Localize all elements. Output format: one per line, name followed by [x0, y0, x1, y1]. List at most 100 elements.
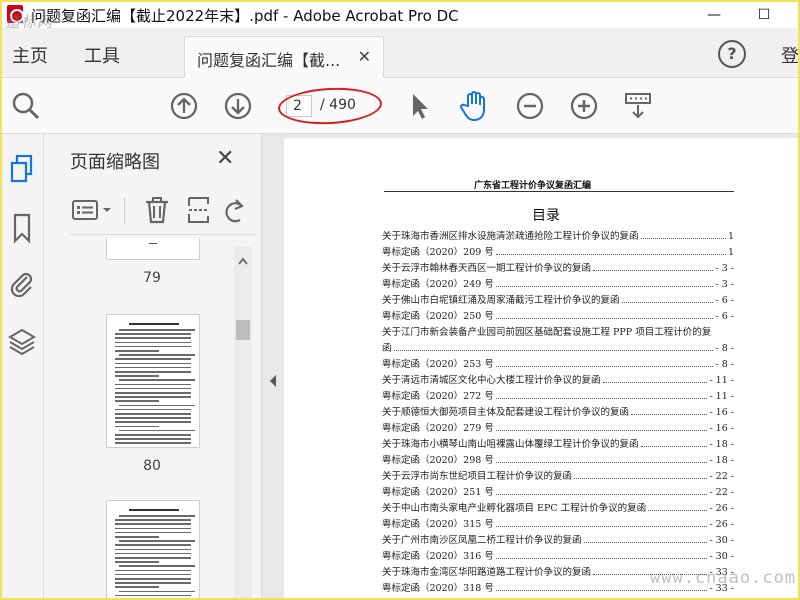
toc-entry[interactable]: 关于顺德恒大御苑项目主体及配套建设工程计价争议的复函 - 16 -: [382, 402, 734, 418]
thumbnail-text-line: [115, 523, 191, 525]
toc-entry-text: 关于顺德恒大御苑项目主体及配套建设工程计价争议的复函: [382, 407, 630, 418]
toc-entry-text: 关于云浮市尚东世纪项目工程计价争议的复函: [382, 471, 573, 482]
toc-leader-dots: [495, 462, 708, 463]
extract-page-icon[interactable]: [186, 196, 212, 228]
thumbnail-options-icon[interactable]: [72, 200, 114, 224]
toc-entry[interactable]: 关于广州市南沙区凤凰二桥工程计价争议的复函 - 30 -: [382, 530, 734, 546]
thumbnails-panel: 页面缩略图 ✕ 79 80: [44, 134, 262, 600]
pdf-page: 广东省工程计价争议复函汇编 目录 关于珠海市香洲区排水设施清淤疏通抢险工程计价争…: [284, 138, 800, 600]
maximize-button[interactable]: ☐: [741, 1, 787, 29]
toc-entry-page: - 30 -: [709, 551, 734, 562]
zoom-out-icon[interactable]: [514, 90, 546, 122]
page-thumbnail-80[interactable]: [106, 314, 200, 448]
toc-entry-text: 粤标定函（2020）249 号: [382, 279, 494, 290]
toc-entry[interactable]: 粤标定函（2020）315 号 - 26 -: [382, 514, 734, 530]
toc-entry[interactable]: 粤标定函（2020）250 号 - 6 -: [382, 306, 734, 322]
toc-entry[interactable]: 关于中山市南头家电产业孵化器项目 EPC 工程计价争议的复函 - 26 -: [382, 498, 734, 514]
toc-entry[interactable]: 粤标定函（2020）279 号 - 16 -: [382, 418, 734, 434]
toc-entry[interactable]: 关于佛山市白坭镇红涌及周家涌截污工程计价争议的复函 - 6 -: [382, 290, 734, 306]
scrollbar-thumb[interactable]: [236, 320, 250, 340]
page-thumbnail-81[interactable]: [106, 500, 200, 600]
window-title: 问题复函汇编【截止2022年末】.pdf - Adobe Acrobat Pro…: [31, 7, 459, 25]
toc-entry-text: 粤标定函（2020）272 号: [382, 391, 494, 402]
toc-entry[interactable]: 粤标定函（2020）253 号 - 8 -: [382, 354, 734, 370]
close-panel-icon[interactable]: ✕: [216, 146, 234, 171]
thumbnail-label: 79: [143, 270, 161, 286]
toc-entry-text: 粤标定函（2020）253 号: [382, 359, 494, 370]
toc-entry-text: 关于中山市南头家电产业孵化器项目 EPC 工程计价争议的复函: [382, 503, 647, 514]
attachment-icon[interactable]: [8, 268, 36, 300]
rotate-page-icon[interactable]: [224, 198, 248, 228]
close-tab-icon[interactable]: ✕: [358, 47, 371, 66]
toc-leader-dots: [495, 558, 708, 559]
help-icon[interactable]: ?: [718, 40, 746, 68]
toc-entry[interactable]: 粤标定函（2020）251 号 - 22 -: [382, 482, 734, 498]
toc-entry-page: - 8 -: [715, 343, 734, 354]
thumbnail-text-line: [115, 421, 191, 423]
toc-entry-text: 粤标定函（2020）316 号: [382, 551, 494, 562]
document-header: 广东省工程计价争议复函汇编: [474, 181, 592, 191]
toc-entry[interactable]: 关于清远市清城区文化中心大楼工程计价争议的复函 - 11 -: [382, 370, 734, 386]
bookmark-icon[interactable]: [8, 212, 36, 244]
thumbnail-scrollbar[interactable]: [234, 246, 252, 600]
toc-entry-page: - 16 -: [709, 423, 734, 434]
thumbnail-text-line: [119, 590, 195, 593]
thumbnail-text-line: [115, 392, 191, 394]
thumbnail-text-line: [115, 536, 159, 538]
toc-entry-text: 粤标定函（2020）315 号: [382, 519, 494, 530]
toc-entry[interactable]: 粤标定函（2020）209 号 1: [382, 242, 734, 258]
search-icon[interactable]: [10, 90, 42, 122]
toc-entry[interactable]: 粤标定函（2020）272 号 - 11 -: [382, 386, 734, 402]
tools-tab[interactable]: 工具: [84, 42, 120, 68]
document-tab[interactable]: 问题复函汇编【截... ✕: [184, 36, 384, 78]
toc-entry[interactable]: 粤标定函（2020）249 号 - 3 -: [382, 274, 734, 290]
toc-entry[interactable]: 函 - 8 -: [382, 338, 734, 354]
thumbnail-text-line: [119, 404, 195, 407]
thumbnail-text-line: [115, 557, 191, 559]
collapse-arrow-icon[interactable]: [268, 374, 278, 388]
toc-entry[interactable]: 关于珠海市香洲区排水设施清淤疏通抢险工程计价争议的复函 1: [382, 226, 734, 242]
toc-entry-page: - 8 -: [715, 359, 734, 370]
thumbnail-text-line: [119, 329, 195, 331]
login-button[interactable]: 登: [781, 42, 799, 68]
toc-entry-text: 关于暨并学院教学（实验）用房基建项目和西区教学实验综合楼工程计价争议: [382, 596, 705, 600]
panel-toolbar: [44, 190, 262, 232]
layers-icon[interactable]: [8, 326, 36, 358]
toc-entry-text: 粤标定函（2020）251 号: [382, 487, 494, 498]
hand-tool-icon[interactable]: [458, 90, 490, 122]
toc-leader-dots: [593, 270, 714, 271]
thumbnail-text-line: [119, 354, 195, 356]
toc-leader-dots: [574, 478, 708, 479]
toc-entry[interactable]: 关于暨并学院教学（实验）用房基建项目和西区教学实验综合楼工程计价争议: [382, 594, 734, 600]
thumbnail-text-line: [115, 527, 191, 530]
toc-entry[interactable]: 粤标定函（2020）316 号 - 30 -: [382, 546, 734, 562]
toc-entry[interactable]: 关于云浮市尚东世纪项目工程计价争议的复函 - 22 -: [382, 466, 734, 482]
toc-entry-text: 关于珠海市香洲区排水设施清淤疏通抢险工程计价争议的复函: [382, 231, 639, 242]
thumbnail-text-line: [115, 561, 159, 563]
home-tab[interactable]: 主页: [12, 42, 48, 68]
minimize-button[interactable]: —: [691, 1, 737, 29]
scroll-mode-icon[interactable]: [622, 90, 654, 122]
toc-entry-page: 1: [727, 247, 734, 258]
page-thumbnails-icon[interactable]: [8, 154, 36, 186]
page-thumbnail-79[interactable]: [106, 238, 200, 260]
toc-leader-dots: [495, 286, 714, 287]
delete-page-icon[interactable]: [144, 196, 170, 228]
toc-entry[interactable]: 关于云浮市翰林春天西区一期工程计价争议的复函 - 3 -: [382, 258, 734, 274]
scroll-up-icon[interactable]: [238, 250, 248, 269]
toc-entry[interactable]: 粤标定函（2020）298 号 - 18 -: [382, 450, 734, 466]
thumbnail-text-line: [115, 371, 191, 373]
next-page-button[interactable]: [222, 90, 254, 122]
panel-collapse-handle[interactable]: [262, 134, 284, 600]
toc-leader-dots: [495, 526, 708, 527]
thumbnail-text-line: [115, 350, 159, 352]
select-cursor-icon[interactable]: [404, 90, 436, 122]
thumbnail-text-line: [115, 333, 191, 335]
toc-entry[interactable]: 关于珠海市小横琴山南山咀裸露山体覆绿工程计价争议的复函 - 18 -: [382, 434, 734, 450]
document-view[interactable]: 广东省工程计价争议复函汇编 目录 关于珠海市香洲区排水设施清淤疏通抢险工程计价争…: [284, 134, 800, 600]
toc-entry-page: - 18 -: [709, 439, 734, 450]
previous-page-button[interactable]: [168, 90, 200, 122]
thumbnail-text-line: [115, 582, 191, 584]
toc-entry[interactable]: 关于江门市新会装备产业园司前园区基础配套设施工程 PPP 项目工程计价的复: [382, 322, 734, 338]
zoom-in-icon[interactable]: [568, 90, 600, 122]
